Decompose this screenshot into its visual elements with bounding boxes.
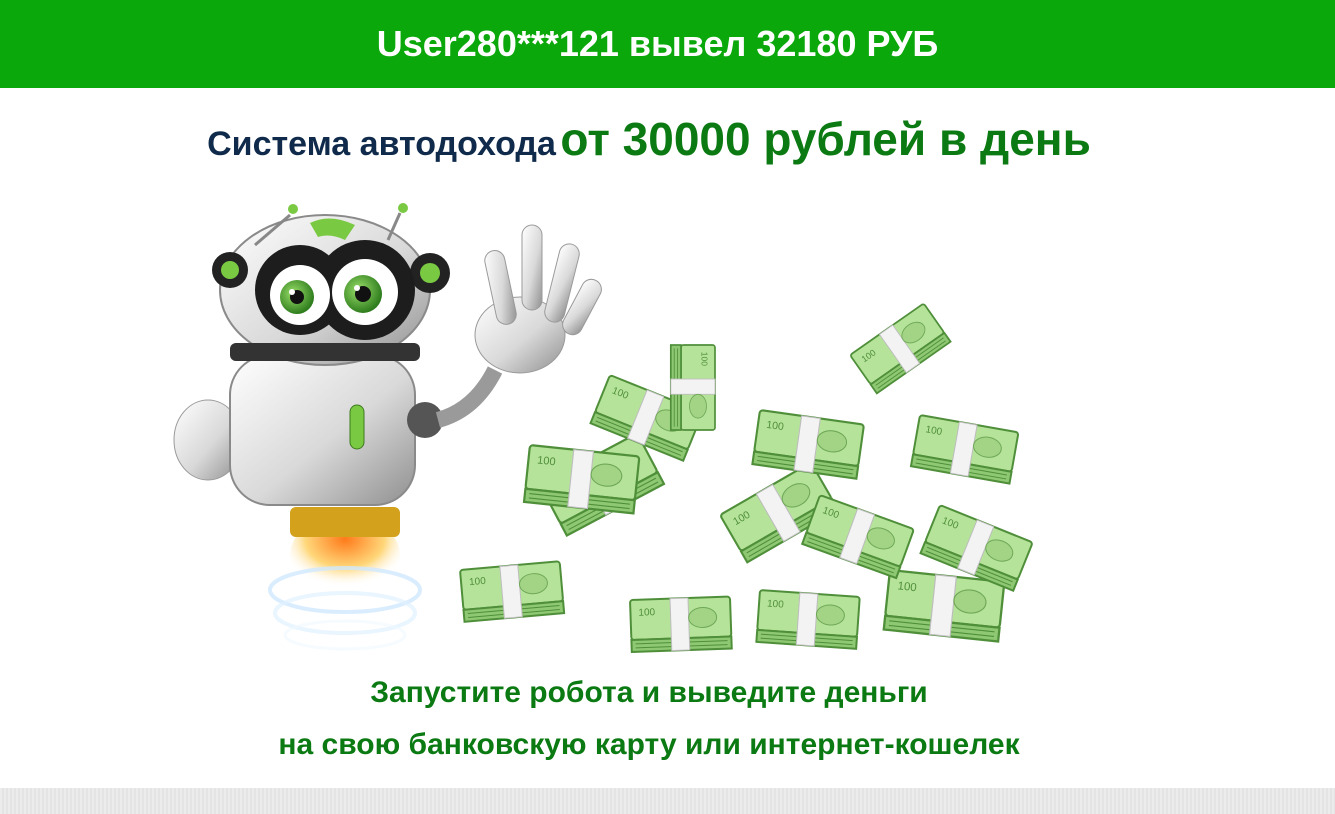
page-headline: Система автодохода от 30000 рублей в ден… (0, 112, 1298, 166)
cta-line-1: Запустите робота и выведите деньги (370, 676, 928, 709)
headline-income-amount: от 30000 рублей в день (560, 113, 1091, 165)
hero-illustration: 100 (173, 203, 1034, 653)
withdrawal-notification-banner: User280***121 вывел 32180 РУБ (0, 0, 1335, 88)
headline-system-label: Система автодохода (207, 125, 556, 163)
bottom-divider (0, 788, 1335, 814)
cta-line-2: на свою банковскую карту или интернет-ко… (278, 728, 1020, 761)
withdrawal-notification-text: User280***121 вывел 32180 РУБ (376, 23, 939, 64)
